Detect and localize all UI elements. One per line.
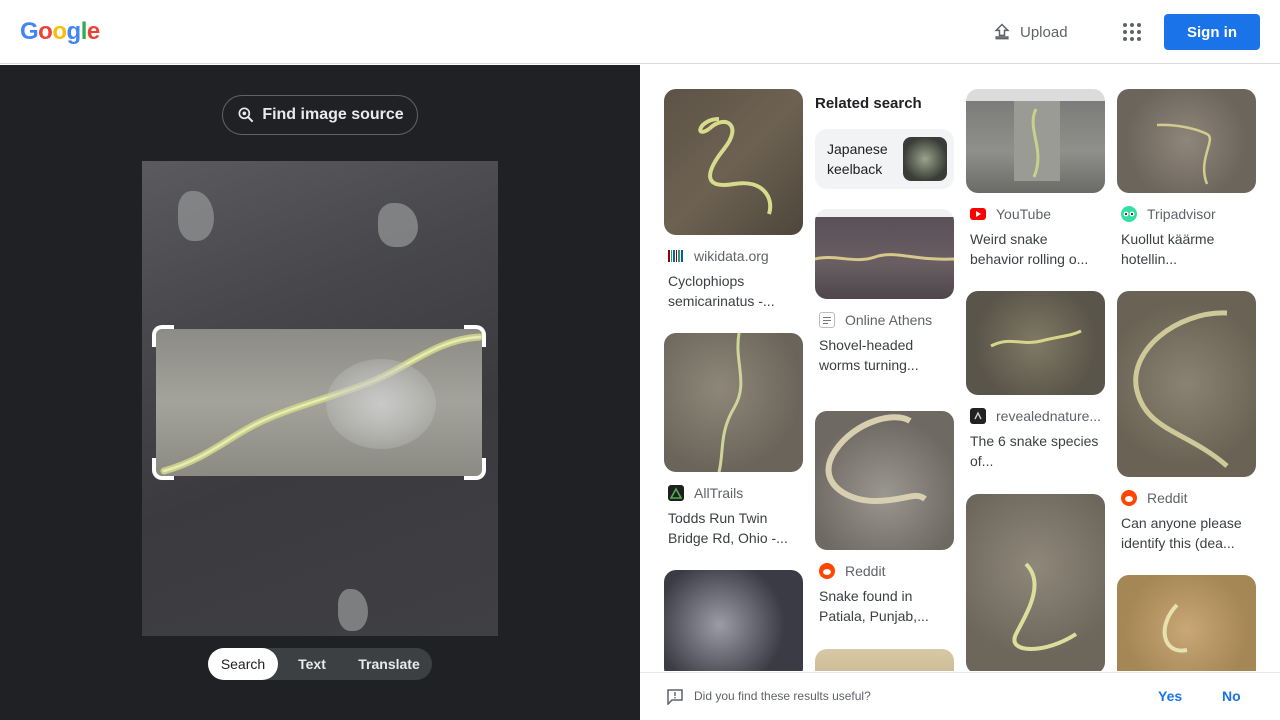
result-title[interactable]: Snake found in Patiala, Punjab,... [815, 586, 954, 626]
find-image-source-label: Find image source [262, 106, 404, 123]
result-card[interactable]: revealednature... The 6 snake species of… [966, 291, 1105, 471]
result-thumbnail[interactable] [664, 89, 803, 235]
leaf-decoration [338, 589, 368, 631]
leaf-decoration [378, 203, 418, 247]
revealednature-icon [970, 408, 986, 424]
source-name: AllTrails [694, 485, 744, 501]
result-thumbnail[interactable] [664, 333, 803, 472]
result-source[interactable]: Reddit [815, 560, 954, 582]
result-card[interactable]: AllTrails Todds Run Twin Bridge Rd, Ohio… [664, 333, 803, 548]
find-image-source-button[interactable]: Find image source [222, 95, 418, 135]
crop-handle-bottom-left[interactable] [152, 458, 174, 480]
result-source[interactable]: YouTube [966, 203, 1105, 225]
logo-letter: G [20, 18, 39, 45]
tab-text[interactable]: Text [278, 648, 346, 680]
result-source[interactable]: Tripadvisor [1117, 203, 1256, 225]
feedback-yes-button[interactable]: Yes [1158, 688, 1182, 704]
source-name: Online Athens [845, 312, 933, 328]
google-logo[interactable]: Google [20, 18, 100, 46]
alltrails-icon [668, 485, 684, 501]
result-source[interactable]: revealednature... [966, 405, 1105, 427]
reddit-icon [819, 563, 835, 579]
result-card[interactable]: Online Athens Shovel-headed worms turnin… [815, 209, 954, 375]
result-thumbnail[interactable] [664, 570, 803, 671]
source-name: revealednature... [996, 408, 1102, 424]
feedback-question: Did you find these results useful? [694, 689, 871, 703]
logo-letter: g [66, 18, 82, 45]
online-athens-icon [819, 312, 835, 328]
result-title[interactable]: Cyclophiops semicarinatus -... [664, 271, 803, 311]
upload-icon [994, 23, 1010, 40]
result-title[interactable]: Weird snake behavior rolling o... [966, 229, 1105, 269]
upload-button[interactable]: Upload [992, 20, 1068, 44]
sign-in-button[interactable]: Sign in [1164, 14, 1260, 50]
result-card[interactable]: Tripadvisor Kuollut käärme hotellin... [1117, 89, 1256, 269]
result-card[interactable] [1117, 575, 1256, 671]
logo-letter: e [86, 18, 100, 45]
result-source[interactable]: AllTrails [664, 482, 803, 504]
result-thumbnail[interactable] [1117, 575, 1256, 671]
top-bar: Google Upload Sign in [0, 0, 1280, 64]
crop-selection[interactable] [156, 329, 482, 476]
light-spot [326, 359, 436, 449]
tripadvisor-icon [1121, 206, 1137, 222]
related-chip-label: Japanese keelback [827, 141, 888, 177]
search-mode-tabs: Search Text Translate [208, 648, 432, 680]
result-source[interactable]: wikidata.org [664, 245, 803, 267]
result-thumbnail[interactable] [966, 494, 1105, 671]
lens-search-icon [238, 107, 254, 123]
result-card[interactable] [815, 649, 954, 671]
result-thumbnail[interactable] [1117, 291, 1256, 477]
image-preview-panel: Find image source Search Text Translate [0, 65, 640, 720]
source-name: wikidata.org [694, 248, 769, 264]
source-name: Reddit [1147, 490, 1188, 506]
crop-handle-bottom-right[interactable] [464, 458, 486, 480]
result-card[interactable]: Reddit Can anyone please identify this (… [1117, 291, 1256, 553]
result-thumbnail[interactable] [815, 209, 954, 299]
tab-translate[interactable]: Translate [346, 648, 432, 680]
upload-label: Upload [1020, 23, 1068, 41]
source-name: YouTube [996, 206, 1052, 222]
result-thumbnail[interactable] [815, 649, 954, 671]
result-thumbnail[interactable] [1117, 89, 1256, 193]
result-thumbnail[interactable] [966, 291, 1105, 395]
result-thumbnail[interactable] [815, 411, 954, 550]
result-card[interactable] [664, 570, 803, 671]
result-card[interactable]: Reddit Snake found in Patiala, Punjab,..… [815, 411, 954, 626]
leaf-decoration [178, 191, 214, 241]
result-card[interactable]: wikidata.org Cyclophiops semicarinatus -… [664, 89, 803, 311]
result-thumbnail[interactable] [966, 89, 1105, 193]
result-title[interactable]: Kuollut käärme hotellin... [1117, 229, 1256, 269]
crop-handle-top-right[interactable] [464, 325, 486, 347]
tab-search[interactable]: Search [208, 648, 278, 680]
visual-matches-panel: wikidata.org Cyclophiops semicarinatus -… [640, 65, 1280, 671]
result-title[interactable]: Can anyone please identify this (dea... [1117, 513, 1256, 553]
youtube-icon [970, 206, 986, 222]
reddit-icon [1121, 490, 1137, 506]
result-source[interactable]: Reddit [1117, 487, 1256, 509]
apps-grid-icon[interactable] [1120, 20, 1144, 44]
result-title[interactable]: The 6 snake species of... [966, 431, 1105, 471]
logo-letter: o [52, 18, 67, 45]
result-title[interactable]: Shovel-headed worms turning... [815, 335, 954, 375]
feedback-icon [667, 689, 683, 705]
source-name: Tripadvisor [1147, 206, 1216, 222]
feedback-bar: Did you find these results useful? Yes N… [640, 672, 1280, 720]
result-source[interactable]: Online Athens [815, 309, 954, 331]
result-title[interactable]: Todds Run Twin Bridge Rd, Ohio -... [664, 508, 803, 548]
source-name: Reddit [845, 563, 886, 579]
wikidata-icon [668, 248, 684, 264]
related-chip-thumbnail [903, 137, 947, 181]
logo-letter: o [38, 18, 53, 45]
feedback-no-button[interactable]: No [1222, 688, 1241, 704]
result-card[interactable] [966, 494, 1105, 671]
result-card[interactable]: YouTube Weird snake behavior rolling o..… [966, 89, 1105, 269]
related-search-heading: Related search [815, 95, 922, 112]
crop-handle-top-left[interactable] [152, 325, 174, 347]
related-search-chip[interactable]: Japanese keelback [815, 129, 954, 189]
